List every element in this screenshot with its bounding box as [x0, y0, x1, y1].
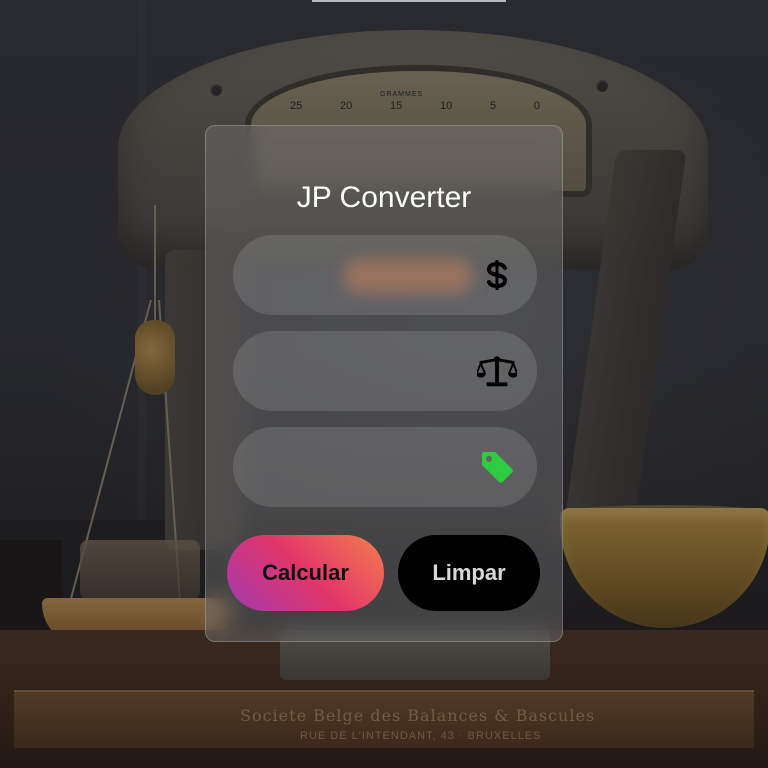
converter-card: JP Converter Calcular Limpar: [205, 125, 563, 642]
price-field[interactable]: [233, 235, 537, 317]
result-field[interactable]: [233, 427, 537, 509]
price-input[interactable]: [257, 235, 471, 317]
clear-button[interactable]: Limpar: [398, 535, 540, 611]
dollar-icon: [477, 255, 517, 295]
app-title: JP Converter: [296, 181, 472, 214]
result-input[interactable]: [257, 427, 471, 509]
calculate-button[interactable]: Calcular: [227, 535, 384, 611]
weight-input[interactable]: [257, 331, 471, 413]
weight-field[interactable]: [233, 331, 537, 413]
tag-icon: [477, 447, 517, 487]
balance-scale-icon: [477, 351, 517, 391]
